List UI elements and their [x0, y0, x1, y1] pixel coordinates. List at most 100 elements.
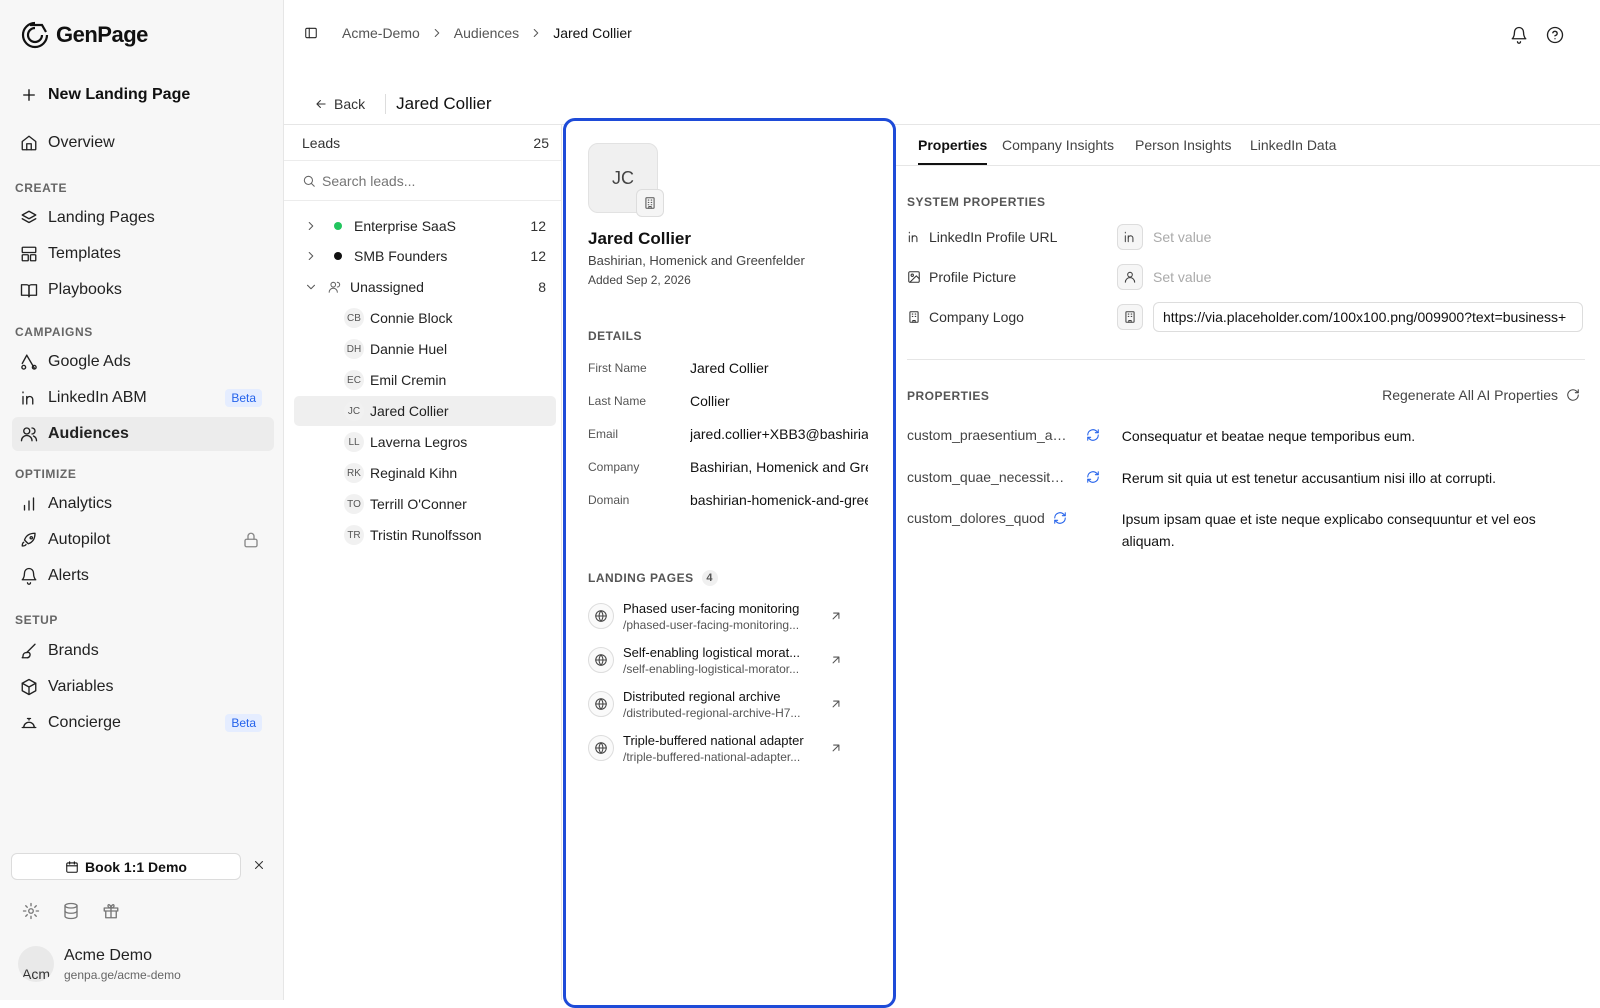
new-landing-page-button[interactable]: New Landing Page: [20, 86, 190, 104]
section-setup: SETUP: [15, 613, 59, 627]
landing-page-item[interactable]: Phased user-facing monitoring/phased-use…: [588, 596, 858, 636]
breadcrumb-item[interactable]: Acme-Demo: [342, 25, 420, 41]
notification-bell-icon[interactable]: [1510, 26, 1528, 44]
sidebar-item-landing-pages[interactable]: Landing Pages: [12, 201, 274, 235]
regenerate-property-button[interactable]: [1047, 508, 1122, 552]
sidebar-item-label: Overview: [48, 134, 115, 151]
landing-page-slug: /triple-buffered-national-adapter...: [623, 749, 801, 764]
leads-panel: Leads 25 Enterprise SaaS 12 SMB Founders…: [284, 125, 562, 1000]
property-source-button[interactable]: [1117, 264, 1143, 290]
sidebar-item-concierge[interactable]: Concierge Beta: [12, 706, 274, 740]
globe-icon: [595, 610, 607, 622]
property-value[interactable]: Ipsum ipsam quae et iste neque explicabo…: [1122, 508, 1591, 552]
lead-row[interactable]: TO Terrill O'Conner: [294, 489, 556, 519]
lead-row[interactable]: DH Dannie Huel: [294, 334, 556, 364]
landing-page-item[interactable]: Distributed regional archive/distributed…: [588, 684, 858, 724]
sidebar-item-label: Variables: [48, 678, 114, 695]
tab-properties[interactable]: Properties: [918, 137, 988, 165]
sidebar-item-alerts[interactable]: Alerts: [12, 559, 274, 593]
property-label: LinkedIn Profile URL: [929, 229, 1058, 245]
plus-icon: [23, 89, 35, 101]
set-value-field[interactable]: Set value: [1153, 269, 1211, 285]
landing-page-slug: /phased-user-facing-monitoring...: [623, 617, 800, 632]
book-demo-button[interactable]: Book 1:1 Demo: [11, 853, 241, 880]
sidebar-item-overview[interactable]: Overview: [12, 126, 274, 160]
lead-row-selected[interactable]: JC Jared Collier: [294, 396, 556, 426]
property-source-button[interactable]: [1117, 304, 1143, 330]
group-smb-founders[interactable]: SMB Founders 12: [284, 241, 562, 271]
help-icon[interactable]: [1546, 26, 1564, 44]
breadcrumb-item[interactable]: Audiences: [454, 25, 519, 41]
landing-page-item[interactable]: Self-enabling logistical morat.../self-e…: [588, 640, 858, 680]
tab-linkedin-data[interactable]: LinkedIn Data: [1250, 137, 1336, 153]
chevron-right-icon: [308, 251, 314, 261]
regenerate-property-button[interactable]: [1072, 425, 1122, 447]
group-color-dot: [334, 222, 342, 230]
lead-row[interactable]: TR Tristin Runolfsson: [294, 520, 556, 550]
field-value: Jared Collier: [690, 360, 769, 376]
settings-icon[interactable]: [22, 902, 40, 920]
users-icon: [20, 427, 38, 442]
search-input[interactable]: [322, 172, 522, 189]
regenerate-all-button[interactable]: Regenerate All AI Properties: [1382, 387, 1580, 403]
sidebar-item-brands[interactable]: Brands: [12, 634, 274, 668]
sidebar-item-variables[interactable]: Variables: [12, 670, 274, 704]
back-button[interactable]: Back: [314, 96, 365, 112]
calendar-icon: [66, 860, 78, 873]
property-source-button[interactable]: [1117, 224, 1143, 250]
external-link-icon[interactable]: [829, 741, 843, 755]
account-url: genpa.ge/acme-demo: [64, 967, 181, 982]
company-logo-input[interactable]: [1153, 302, 1583, 332]
landing-pages-heading: LANDING PAGES 4: [588, 570, 718, 586]
regenerate-property-button[interactable]: [1072, 467, 1122, 489]
tab-person-insights[interactable]: Person Insights: [1135, 137, 1232, 153]
group-unassigned[interactable]: Unassigned 8: [284, 272, 562, 302]
account-switcher[interactable]: Acm Acme Demo genpa.ge/acme-demo: [18, 946, 181, 982]
set-value-field[interactable]: Set value: [1153, 229, 1211, 245]
tab-company-insights[interactable]: Company Insights: [1002, 137, 1114, 153]
external-link-icon[interactable]: [829, 653, 843, 667]
lead-row[interactable]: EC Emil Cremin: [294, 365, 556, 395]
account-name: Acme Demo: [64, 946, 153, 964]
sidebar-item-autopilot[interactable]: Autopilot: [12, 523, 274, 557]
property-value[interactable]: Consequatur et beatae neque temporibus e…: [1122, 425, 1591, 447]
refresh-icon: [1054, 512, 1066, 524]
lead-detail-panel: JC Jared Collier Bashirian, Homenick and…: [563, 118, 896, 1008]
sidebar-item-playbooks[interactable]: Playbooks: [12, 273, 274, 307]
logo[interactable]: GenPage: [20, 20, 148, 50]
app-name: GenPage: [56, 22, 148, 47]
property-key: custom_praesentium_ass...: [907, 427, 1072, 443]
sidebar-item-templates[interactable]: Templates: [12, 237, 274, 271]
dismiss-demo-button[interactable]: [252, 858, 266, 872]
sidebar-item-label: Brands: [48, 642, 99, 659]
layers-icon: [21, 210, 37, 224]
sidebar-item-linkedin-abm[interactable]: LinkedIn ABM Beta: [12, 381, 274, 415]
landing-page-item[interactable]: Triple-buffered national adapter/triple-…: [588, 728, 858, 768]
external-link-icon[interactable]: [829, 697, 843, 711]
lock-icon: [244, 532, 258, 548]
group-enterprise-saas[interactable]: Enterprise SaaS 12: [284, 211, 562, 241]
new-landing-page-label: New Landing Page: [48, 86, 191, 103]
users-icon: [328, 281, 341, 293]
avatar: Acm: [18, 946, 54, 982]
external-link-icon[interactable]: [829, 609, 843, 623]
lead-row[interactable]: RK Reginald Kihn: [294, 458, 556, 488]
building-icon: [645, 197, 655, 209]
properties-panel: Properties Company Insights Person Insig…: [896, 125, 1600, 1000]
lead-name: Tristin Runolfsson: [370, 527, 482, 543]
property-row: Profile Picture Set value: [907, 262, 1591, 292]
sidebar-item-audiences[interactable]: Audiences: [12, 417, 274, 451]
sidebar-item-label: Templates: [48, 245, 121, 262]
property-value[interactable]: Rerum sit quia ut est tenetur accusantiu…: [1122, 467, 1591, 489]
field-label: First Name: [588, 361, 647, 375]
database-icon[interactable]: [62, 902, 80, 920]
lead-row[interactable]: LL Laverna Legros: [294, 427, 556, 457]
sidebar: GenPage New Landing Page Overview CREATE…: [0, 0, 284, 1000]
lead-row[interactable]: CB Connie Block: [294, 303, 556, 333]
globe-icon: [595, 698, 607, 710]
sidebar-toggle-icon[interactable]: [304, 26, 318, 40]
sidebar-item-google-ads[interactable]: Google Ads: [12, 345, 274, 379]
gift-icon[interactable]: [102, 902, 120, 920]
sidebar-item-analytics[interactable]: Analytics: [12, 487, 274, 521]
globe-badge: [588, 647, 614, 673]
